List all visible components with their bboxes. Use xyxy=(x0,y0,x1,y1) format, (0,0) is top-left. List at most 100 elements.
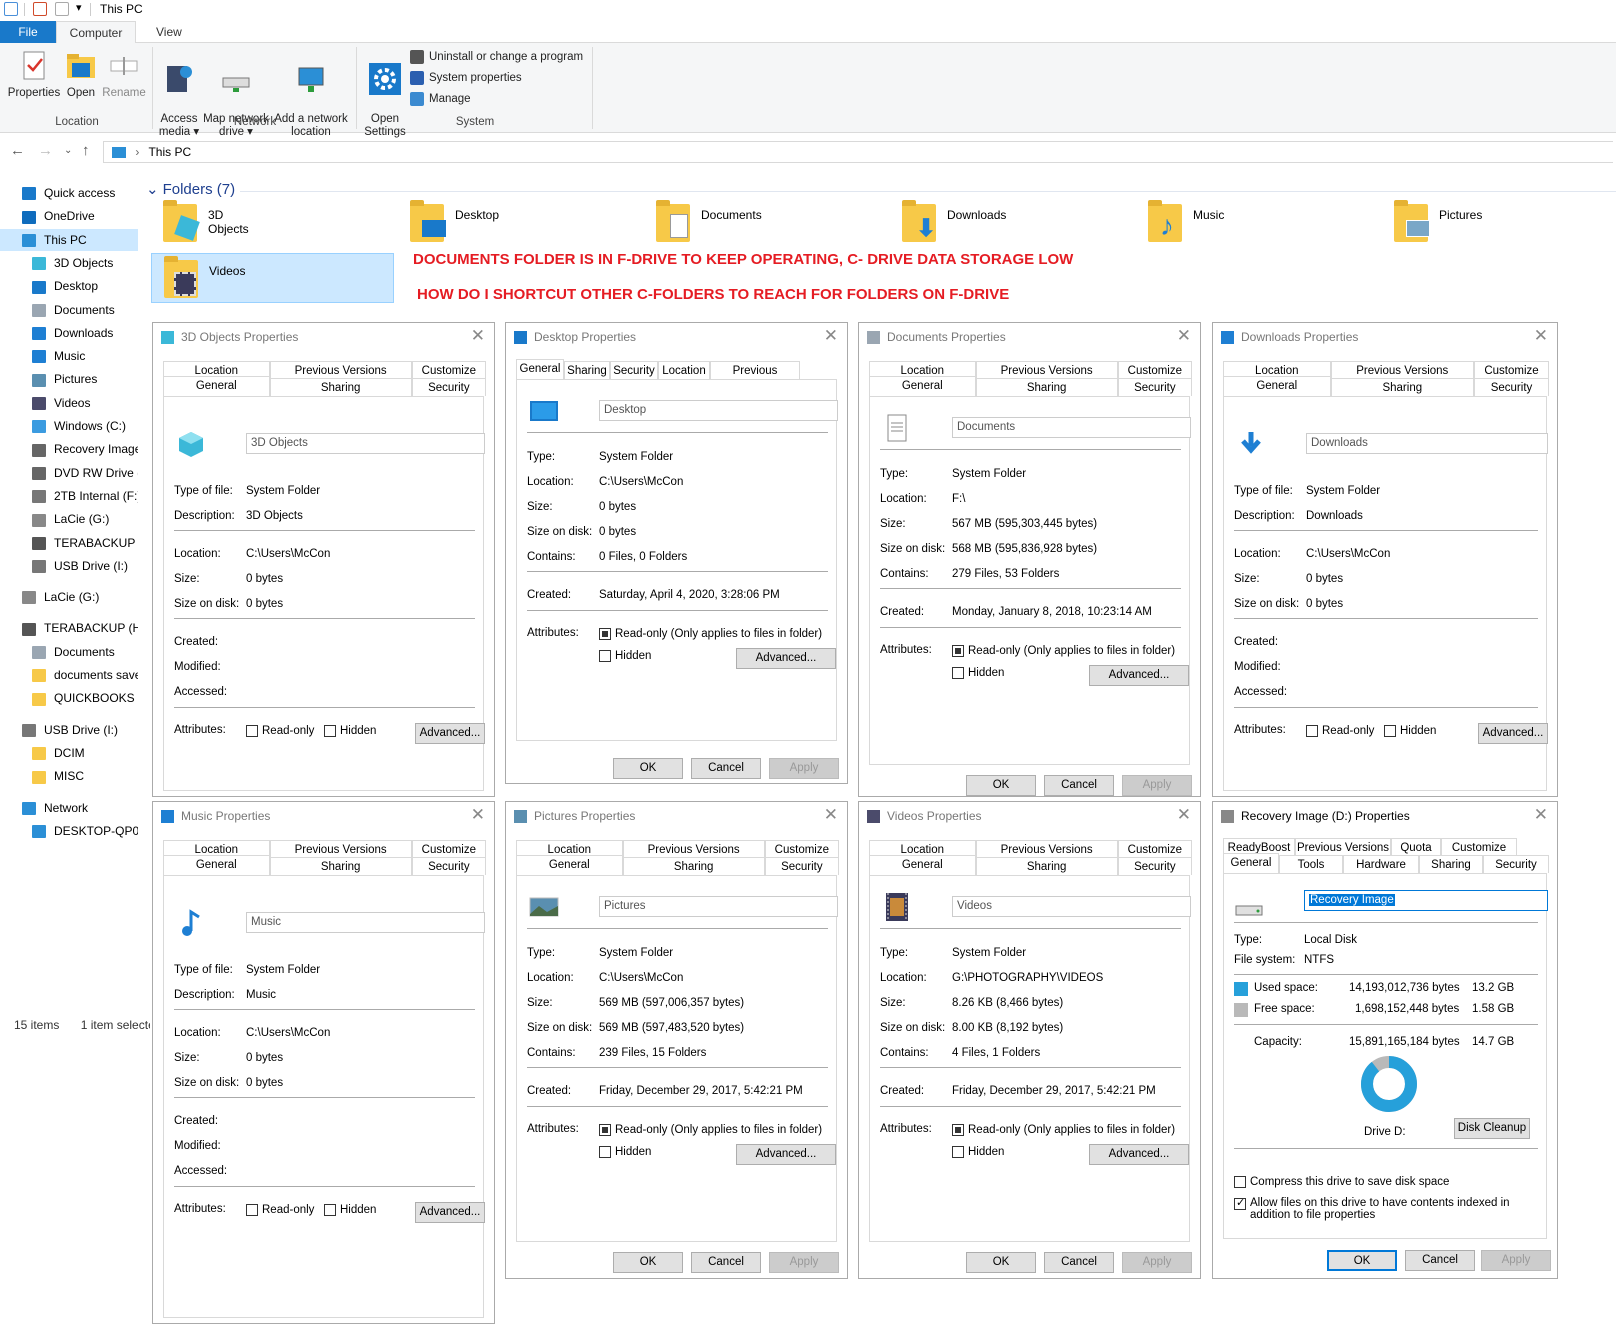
hidden-checkbox[interactable] xyxy=(324,725,336,737)
hidden-checkbox[interactable] xyxy=(1384,725,1396,737)
tab-sharing[interactable]: Sharing xyxy=(975,378,1118,396)
tab-general[interactable]: General xyxy=(1223,376,1331,396)
tab-security[interactable]: Security xyxy=(1117,857,1192,875)
tab-general[interactable]: General xyxy=(516,855,623,875)
nav-item[interactable]: Network xyxy=(0,797,138,819)
tab-computer[interactable]: Computer xyxy=(56,21,136,43)
tab-security[interactable]: Security xyxy=(1483,855,1549,873)
tab-security[interactable]: Security xyxy=(411,857,486,875)
nav-item[interactable]: OneDrive xyxy=(0,205,138,227)
apply-button[interactable]: Apply xyxy=(1481,1250,1551,1271)
tab-sharing[interactable]: Sharing xyxy=(1419,855,1483,873)
tab-previous-versions[interactable]: Previous Versions xyxy=(975,361,1118,379)
nav-item[interactable]: Windows (C:) xyxy=(0,415,138,437)
apply-button[interactable]: Apply xyxy=(769,758,839,779)
tab-general[interactable]: General xyxy=(869,855,976,875)
advanced-button[interactable]: Advanced... xyxy=(736,648,836,669)
tab-sharing[interactable]: Sharing xyxy=(269,857,412,875)
advanced-button[interactable]: Advanced... xyxy=(415,1202,485,1223)
nav-item[interactable]: Quick access xyxy=(0,182,138,204)
tab-customize[interactable]: Customize xyxy=(1117,840,1192,858)
uninstall-button[interactable]: Uninstall or change a program xyxy=(410,47,583,67)
ok-button[interactable]: OK xyxy=(966,1252,1036,1273)
folder-name-input[interactable]: Desktop xyxy=(599,400,838,421)
nav-item[interactable]: Desktop xyxy=(0,275,138,297)
disk-cleanup-button[interactable]: Disk Cleanup xyxy=(1454,1118,1530,1139)
tab-previous-versions[interactable]: Previous Versions xyxy=(622,840,765,858)
nav-item[interactable]: DCIM xyxy=(0,742,138,764)
cancel-button[interactable]: Cancel xyxy=(1044,1252,1114,1273)
tab-customize[interactable]: Customize xyxy=(1474,361,1549,379)
close-icon[interactable]: ✕ xyxy=(1177,805,1191,825)
nav-item[interactable]: Pictures xyxy=(0,368,138,390)
tab-location[interactable]: Location xyxy=(658,361,710,379)
tab-previous-versions[interactable]: Previous Versions xyxy=(269,361,412,379)
hidden-checkbox[interactable] xyxy=(952,1146,964,1158)
folder-name-input[interactable]: Downloads xyxy=(1306,433,1548,454)
folders-group-header[interactable]: ⌄ Folders (7) xyxy=(146,180,235,198)
close-icon[interactable]: ✕ xyxy=(824,805,838,825)
drive-name-input[interactable]: Recovery Image xyxy=(1304,890,1548,911)
nav-item[interactable]: Recovery Image xyxy=(0,438,138,460)
tab-general[interactable]: General xyxy=(516,359,564,379)
tab-security[interactable]: Security xyxy=(764,857,839,875)
folder-name-input[interactable]: Videos xyxy=(952,896,1191,917)
forward-arrow-icon[interactable]: → xyxy=(38,142,53,159)
advanced-button[interactable]: Advanced... xyxy=(736,1144,836,1165)
nav-item[interactable]: DVD RW Drive (E xyxy=(0,462,138,484)
nav-item[interactable]: USB Drive (I:) xyxy=(0,555,138,577)
tab-sharing[interactable]: Sharing xyxy=(564,361,610,379)
tab-view[interactable]: View xyxy=(144,21,194,43)
folder-name-input[interactable]: Pictures xyxy=(599,896,838,917)
close-icon[interactable]: ✕ xyxy=(1534,326,1548,346)
properties-quick-icon[interactable] xyxy=(33,2,47,16)
tab-previous-versions[interactable]: Previous Versions xyxy=(975,840,1118,858)
nav-item[interactable]: 2TB Internal (F:) xyxy=(0,485,138,507)
address-bar[interactable]: › This PC xyxy=(103,141,1613,163)
tab-general[interactable]: General xyxy=(163,855,270,875)
tab-security[interactable]: Security xyxy=(1117,378,1192,396)
tab-customize[interactable]: Customize xyxy=(411,840,486,858)
nav-item[interactable]: Documents xyxy=(0,641,138,663)
tab-security[interactable]: Security xyxy=(1474,378,1549,396)
tab-customize[interactable]: Customize xyxy=(764,840,839,858)
hidden-checkbox[interactable] xyxy=(952,667,964,679)
back-arrow-icon[interactable]: ← xyxy=(10,142,25,159)
nav-item[interactable]: QUICKBOOKS FI xyxy=(0,687,138,709)
folder-name-input[interactable]: Documents xyxy=(952,417,1191,438)
close-icon[interactable]: ✕ xyxy=(471,805,485,825)
nav-item[interactable]: USB Drive (I:) xyxy=(0,719,138,741)
recent-locations-icon[interactable]: ⌄ xyxy=(64,145,72,156)
properties-button[interactable]: Properties xyxy=(6,49,62,100)
tab-customize[interactable]: Customize xyxy=(1117,361,1192,379)
nav-item[interactable]: documents save xyxy=(0,664,138,686)
cancel-button[interactable]: Cancel xyxy=(1405,1250,1475,1271)
new-folder-quick-icon[interactable] xyxy=(55,2,69,16)
ok-button[interactable]: OK xyxy=(613,758,683,779)
readonly-checkbox[interactable] xyxy=(1306,725,1318,737)
cancel-button[interactable]: Cancel xyxy=(691,1252,761,1273)
close-icon[interactable]: ✕ xyxy=(1534,805,1548,825)
nav-item[interactable]: Documents xyxy=(0,299,138,321)
tab-sharing[interactable]: Sharing xyxy=(269,378,412,396)
readonly-checkbox[interactable] xyxy=(246,1204,258,1216)
nav-item[interactable]: TERABACKUP (H xyxy=(0,532,138,554)
ok-button[interactable]: OK xyxy=(613,1252,683,1273)
readonly-checkbox[interactable] xyxy=(246,725,258,737)
open-button[interactable]: Open xyxy=(62,49,100,100)
apply-button[interactable]: Apply xyxy=(1122,1252,1192,1273)
advanced-button[interactable]: Advanced... xyxy=(1478,723,1548,744)
tab-customize[interactable]: Customize xyxy=(1441,838,1517,856)
tab-tools[interactable]: Tools xyxy=(1279,855,1343,873)
apply-button[interactable]: Apply xyxy=(1122,775,1192,796)
tab-file[interactable]: File xyxy=(0,21,56,43)
nav-item[interactable]: Downloads xyxy=(0,322,138,344)
hidden-checkbox[interactable] xyxy=(599,650,611,662)
tab-general[interactable]: General xyxy=(163,376,270,396)
tab-security[interactable]: Security xyxy=(411,378,486,396)
folder-videos-selected[interactable]: Videos xyxy=(151,253,394,303)
ok-button[interactable]: OK xyxy=(966,775,1036,796)
advanced-button[interactable]: Advanced... xyxy=(1089,665,1189,686)
cancel-button[interactable]: Cancel xyxy=(1044,775,1114,796)
compress-checkbox[interactable] xyxy=(1234,1176,1246,1188)
